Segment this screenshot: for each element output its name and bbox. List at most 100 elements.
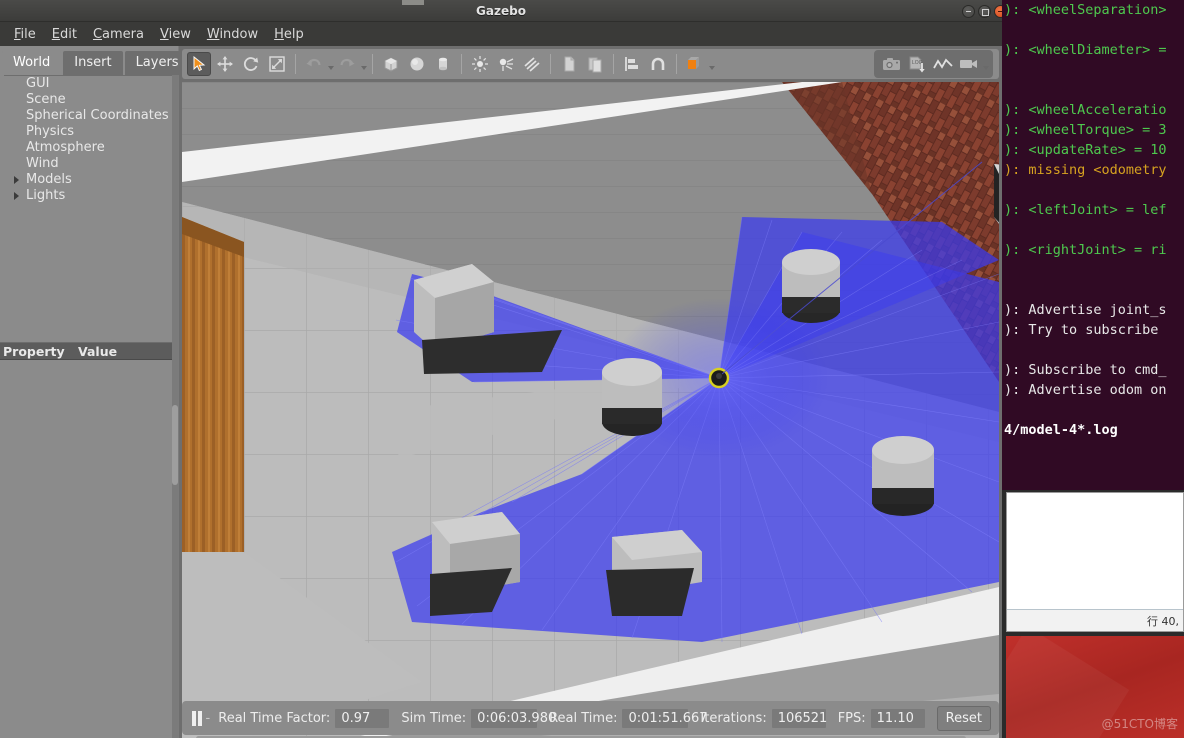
maximize-button[interactable] <box>978 5 991 18</box>
menu-window[interactable]: Window <box>199 25 266 44</box>
menu-camera-rest: amera <box>102 26 144 42</box>
gazebo-window: Gazebo File Edit Camera View Window Help… <box>0 0 1007 738</box>
select-arrow-tool[interactable] <box>187 52 211 76</box>
minimize-button[interactable] <box>962 5 975 18</box>
align-button[interactable] <box>620 52 644 76</box>
chevron-right-icon[interactable] <box>14 192 19 200</box>
menu-camera-mnemonic: C <box>92 26 103 42</box>
menu-help[interactable]: Help <box>266 25 312 44</box>
toolbar-separator <box>461 54 462 74</box>
scrollbar-thumb[interactable] <box>172 405 178 485</box>
left-panel: World Insert Layers GUI Scene Spherical … <box>0 46 190 738</box>
terminal-line: ): <wheelSeparation> <box>1004 2 1167 18</box>
copy-icon <box>564 56 575 72</box>
magnet-icon <box>651 57 665 70</box>
toolbar-separator <box>372 54 373 74</box>
reset-button[interactable]: Reset <box>936 705 991 731</box>
menu-view[interactable]: View <box>152 25 199 44</box>
menu-file[interactable]: File <box>6 25 44 44</box>
label-iterations: Iterations: <box>700 710 767 726</box>
tree-item-gui[interactable]: GUI <box>4 76 174 92</box>
terminal-line: ): Try to subscribe <box>1004 322 1159 338</box>
redo-arrow-icon <box>340 58 355 67</box>
menubar: File Edit Camera View Window Help <box>0 22 1002 46</box>
insert-sphere-button[interactable] <box>405 52 429 76</box>
tree-item-wind[interactable]: Wind <box>4 156 174 172</box>
menu-help-rest: elp <box>283 26 304 42</box>
tab-insert[interactable]: Insert <box>63 51 123 75</box>
view-mode-button[interactable] <box>683 52 707 76</box>
editor-text-area[interactable] <box>1007 493 1183 606</box>
insert-box-button[interactable] <box>379 52 403 76</box>
column-header-value: Value <box>78 343 118 359</box>
record-video-button[interactable] <box>957 52 981 76</box>
point-light-button[interactable] <box>468 52 492 76</box>
scene-viewport[interactable] <box>182 82 999 738</box>
scale-icon <box>269 56 285 72</box>
left-panel-scrollbar[interactable] <box>172 75 178 738</box>
redo-button[interactable] <box>335 52 359 76</box>
label-real-time: Real Time: <box>549 710 618 726</box>
value-iterations: 106521 <box>771 708 827 728</box>
cylinder-icon <box>439 57 447 71</box>
snap-button[interactable] <box>646 52 670 76</box>
step-button[interactable]: - <box>206 711 211 726</box>
pause-icon[interactable] <box>190 710 202 726</box>
view-mode-dropdown-caret[interactable] <box>709 65 715 70</box>
scene-cylinder-1 <box>782 249 840 323</box>
scene-cylinder-2 <box>602 358 662 436</box>
scale-tool[interactable] <box>265 52 289 76</box>
point-light-icon <box>472 56 488 72</box>
spot-light-button[interactable] <box>494 52 518 76</box>
tree-item-label: Models <box>26 172 72 187</box>
toolbar-separator <box>550 54 551 74</box>
red-panel[interactable]: @51CTO博客 <box>1006 636 1184 738</box>
tree-item-atmosphere[interactable]: Atmosphere <box>4 140 174 156</box>
rotate-tool[interactable] <box>239 52 263 76</box>
directional-light-button[interactable] <box>520 52 544 76</box>
paste-button[interactable] <box>583 52 607 76</box>
menu-file-rest: ile <box>20 26 36 42</box>
value-fps: 11.10 <box>870 708 925 728</box>
editor-panel[interactable]: 行 40, <box>1006 492 1184 632</box>
terminal-line: ): <updateRate> = 10 <box>1004 142 1167 158</box>
undo-dropdown-caret[interactable] <box>328 65 334 70</box>
translate-tool[interactable] <box>213 52 237 76</box>
tree-item-label: Atmosphere <box>26 140 105 155</box>
terminal-panel[interactable]: ): <wheelSeparation> ): <wheelDiameter> … <box>1002 0 1184 490</box>
tree-item-lights[interactable]: Lights <box>4 188 174 204</box>
tree-item-physics[interactable]: Physics <box>4 124 174 140</box>
editor-statusbar: 行 40, <box>1007 609 1183 631</box>
undo-button[interactable] <box>302 52 326 76</box>
terminal-line: ): <wheelDiameter> = <box>1004 42 1167 58</box>
toolbar-separator <box>295 54 296 74</box>
menu-edit[interactable]: Edit <box>44 25 85 44</box>
menu-camera[interactable]: Camera <box>85 25 152 44</box>
save-log-button[interactable]: LOG <box>905 52 929 76</box>
redo-dropdown-caret[interactable] <box>361 65 367 70</box>
chevron-right-icon[interactable] <box>14 176 19 184</box>
watermark-text: @51CTO博客 <box>1101 717 1178 731</box>
align-icon <box>625 57 638 71</box>
tree-item-scene[interactable]: Scene <box>4 92 174 108</box>
rotate-icon <box>243 57 259 71</box>
insert-cylinder-button[interactable] <box>431 52 455 76</box>
copy-button[interactable] <box>557 52 581 76</box>
screenshot-button[interactable] <box>879 52 903 76</box>
record-dropdown-caret[interactable] <box>983 65 989 70</box>
tree-item-spherical-coordinates[interactable]: Spherical Coordinates <box>4 108 174 124</box>
toolbar-right-group: LOG <box>874 50 993 78</box>
window-titlebar: Gazebo <box>0 0 1007 22</box>
move-arrows-icon <box>217 56 233 72</box>
tab-world[interactable]: World <box>2 51 62 75</box>
terminal-line: ): Advertise odom on <box>1004 382 1167 398</box>
gazebo-3d-scene[interactable] <box>182 82 999 738</box>
tree-item-models[interactable]: Models <box>4 172 174 188</box>
plot-button[interactable] <box>931 52 955 76</box>
terminal-line: ): <rightJoint> = ri <box>1004 242 1167 258</box>
window-title: Gazebo <box>476 4 526 18</box>
value-real-time-factor: 0.97 <box>335 708 390 728</box>
